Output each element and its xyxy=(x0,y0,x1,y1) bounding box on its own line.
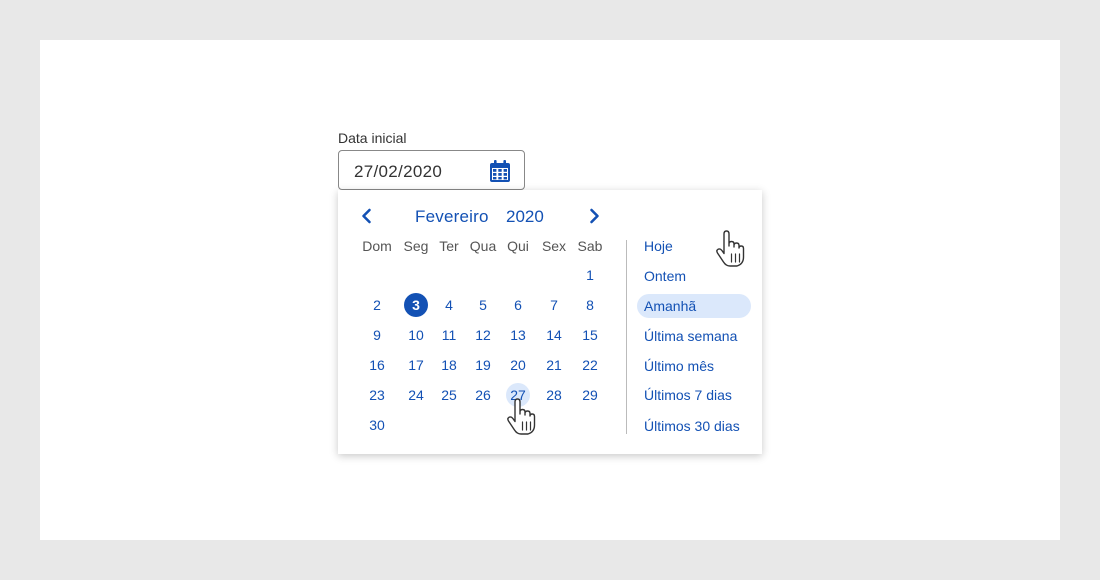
day-10[interactable]: 10 xyxy=(404,323,428,347)
weekday-label: Sab xyxy=(577,238,603,254)
day-22[interactable]: 22 xyxy=(578,353,602,377)
day-12[interactable]: 12 xyxy=(471,323,495,347)
next-month-chevron-right-icon[interactable] xyxy=(585,207,603,225)
datepicker-popover: Fevereiro 2020 Dom Seg Ter Qua Qui Sex Sab 123… xyxy=(338,190,762,454)
weekday-label: Qua xyxy=(469,238,497,254)
day-16[interactable]: 16 xyxy=(365,353,389,377)
divider xyxy=(626,240,627,434)
date-input-value: 27/02/2020 xyxy=(354,162,443,181)
day-14[interactable]: 14 xyxy=(542,323,566,347)
day-26[interactable]: 26 xyxy=(471,383,495,407)
day-6[interactable]: 6 xyxy=(506,293,530,317)
day-4[interactable]: 4 xyxy=(437,293,461,317)
calendar-icon[interactable] xyxy=(490,160,510,182)
day-1[interactable]: 1 xyxy=(578,263,602,287)
month-title[interactable]: Fevereiro xyxy=(415,207,489,227)
day-13[interactable]: 13 xyxy=(506,323,530,347)
day-8[interactable]: 8 xyxy=(578,293,602,317)
day-24[interactable]: 24 xyxy=(404,383,428,407)
weekday-label: Ter xyxy=(439,238,459,254)
day-30[interactable]: 30 xyxy=(365,413,389,437)
canvas: Data inicial 27/02/2020 Fevereiro 2020 D… xyxy=(40,40,1060,540)
day-7[interactable]: 7 xyxy=(542,293,566,317)
shortcut-item[interactable]: Últimos 7 dias xyxy=(637,383,751,407)
day-27[interactable]: 27 xyxy=(506,383,530,407)
day-23[interactable]: 23 xyxy=(365,383,389,407)
day-17[interactable]: 17 xyxy=(404,353,428,377)
day-19[interactable]: 19 xyxy=(471,353,495,377)
weekday-label: Dom xyxy=(362,238,392,254)
shortcut-item[interactable]: Última semana xyxy=(637,324,751,348)
prev-month-chevron-left-icon[interactable] xyxy=(358,207,376,225)
shortcut-item[interactable]: Último mês xyxy=(637,354,751,378)
shortcut-item[interactable]: Ontem xyxy=(637,264,751,288)
day-28[interactable]: 28 xyxy=(542,383,566,407)
weekday-label: Qui xyxy=(507,238,529,254)
shortcut-item[interactable]: Hoje xyxy=(637,234,751,258)
shortcut-item[interactable]: Amanhã xyxy=(637,294,751,318)
date-input[interactable]: 27/02/2020 xyxy=(338,150,525,190)
day-25[interactable]: 25 xyxy=(437,383,461,407)
weekday-label: Seg xyxy=(403,238,429,254)
day-11[interactable]: 11 xyxy=(437,323,461,347)
shortcut-item[interactable]: Últimos 30 dias xyxy=(637,414,751,438)
day-21[interactable]: 21 xyxy=(542,353,566,377)
year-title[interactable]: 2020 xyxy=(506,207,544,227)
day-15[interactable]: 15 xyxy=(578,323,602,347)
field-label: Data inicial xyxy=(338,130,407,146)
day-5[interactable]: 5 xyxy=(471,293,495,317)
weekday-label: Sex xyxy=(541,238,567,254)
day-2[interactable]: 2 xyxy=(365,293,389,317)
day-20[interactable]: 20 xyxy=(506,353,530,377)
day-9[interactable]: 9 xyxy=(365,323,389,347)
day-18[interactable]: 18 xyxy=(437,353,461,377)
day-3[interactable]: 3 xyxy=(404,293,428,317)
day-29[interactable]: 29 xyxy=(578,383,602,407)
